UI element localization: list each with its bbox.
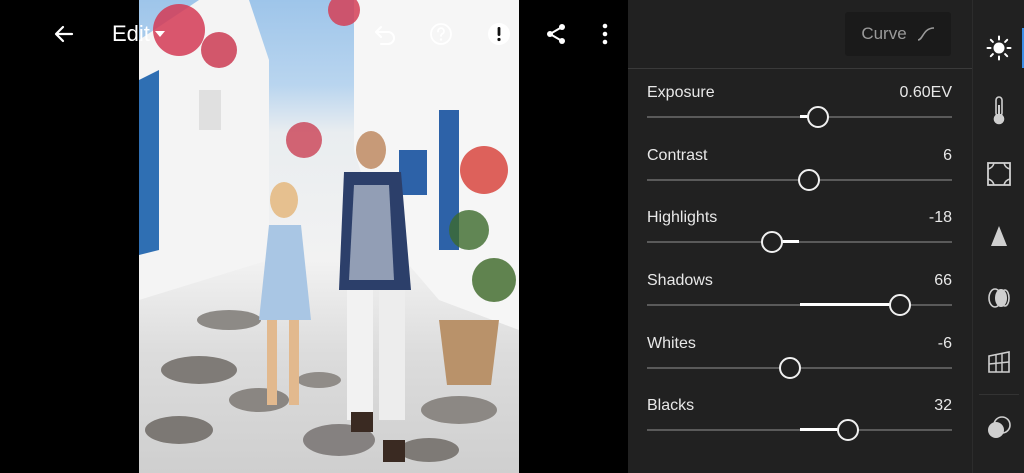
highlights-track[interactable] (647, 241, 952, 243)
edit-mode-label: Edit (112, 21, 150, 46)
contrast-value[interactable]: 6 (943, 147, 952, 165)
exposure-thumb[interactable] (806, 106, 829, 128)
whites-label: Whites (647, 335, 696, 352)
optics-icon (988, 288, 1010, 308)
color-thermometer-icon (993, 96, 1005, 125)
masking-tool[interactable] (973, 404, 1024, 452)
geometry-tool[interactable] (973, 338, 1024, 386)
help-button[interactable] (423, 16, 459, 52)
top-toolbar: Edit (0, 0, 628, 68)
contrast-label: Contrast (647, 147, 708, 164)
exposure-label: Exposure (647, 84, 715, 101)
edit-mode-dropdown[interactable]: Edit (112, 16, 182, 52)
undo-icon (375, 26, 395, 45)
light-icon (986, 35, 1012, 61)
blacks-value[interactable]: 32 (934, 397, 952, 415)
highlights-label: Highlights (647, 209, 718, 226)
curve-button[interactable]: Curve (845, 12, 951, 56)
back-arrow-icon (54, 25, 74, 43)
optics-tool[interactable] (973, 274, 1024, 322)
shadows-value[interactable]: 66 (934, 272, 952, 290)
whites-thumb[interactable] (779, 357, 802, 379)
help-icon (430, 23, 452, 45)
share-button[interactable] (538, 16, 574, 52)
color-tool[interactable] (973, 86, 1024, 134)
shadows-slider[interactable]: Shadows 66 (647, 272, 952, 322)
exposure-value[interactable]: 0.60EV (900, 84, 952, 102)
whites-slider[interactable]: Whites -6 (647, 335, 952, 385)
geometry-icon (988, 351, 1010, 373)
contrast-thumb[interactable] (797, 169, 820, 191)
photo-scene (139, 0, 519, 462)
alert-button[interactable] (481, 16, 517, 52)
caret-down-icon (154, 31, 165, 37)
shadows-fill (799, 303, 901, 306)
light-tool[interactable] (973, 24, 1024, 72)
detail-icon (991, 226, 1007, 246)
highlights-value[interactable]: -18 (929, 209, 952, 227)
blacks-label: Blacks (647, 397, 695, 414)
photo[interactable] (139, 0, 519, 473)
effects-tool[interactable] (973, 150, 1024, 198)
whites-value[interactable]: -6 (938, 335, 952, 353)
alert-icon (488, 23, 510, 45)
blacks-slider[interactable]: Blacks 32 (647, 397, 952, 447)
shadows-thumb[interactable] (889, 294, 912, 316)
contrast-slider[interactable]: Contrast 6 (647, 147, 952, 197)
masking-icon (988, 416, 1011, 438)
more-options-button[interactable] (590, 16, 620, 52)
blacks-thumb[interactable] (837, 419, 860, 441)
tool-strip (972, 0, 1024, 473)
back-button[interactable] (46, 16, 82, 52)
more-icon (602, 23, 608, 45)
light-adjustments-panel: Curve Exposure 0.60EV Contrast 6 Highlights -… (628, 0, 972, 473)
shadows-label: Shadows (647, 272, 713, 289)
panel-divider (628, 68, 972, 69)
tool-separator (979, 394, 1019, 395)
photo-canvas[interactable]: Edit (0, 0, 628, 473)
undo-button[interactable] (366, 16, 402, 52)
detail-tool[interactable] (973, 212, 1024, 260)
curve-icon (917, 27, 934, 41)
curve-label: Curve (861, 24, 907, 43)
effects-icon (987, 162, 1011, 186)
exposure-slider[interactable]: Exposure 0.60EV (647, 84, 952, 134)
highlights-thumb[interactable] (761, 231, 784, 253)
share-icon (547, 24, 565, 44)
highlights-slider[interactable]: Highlights -18 (647, 209, 952, 259)
